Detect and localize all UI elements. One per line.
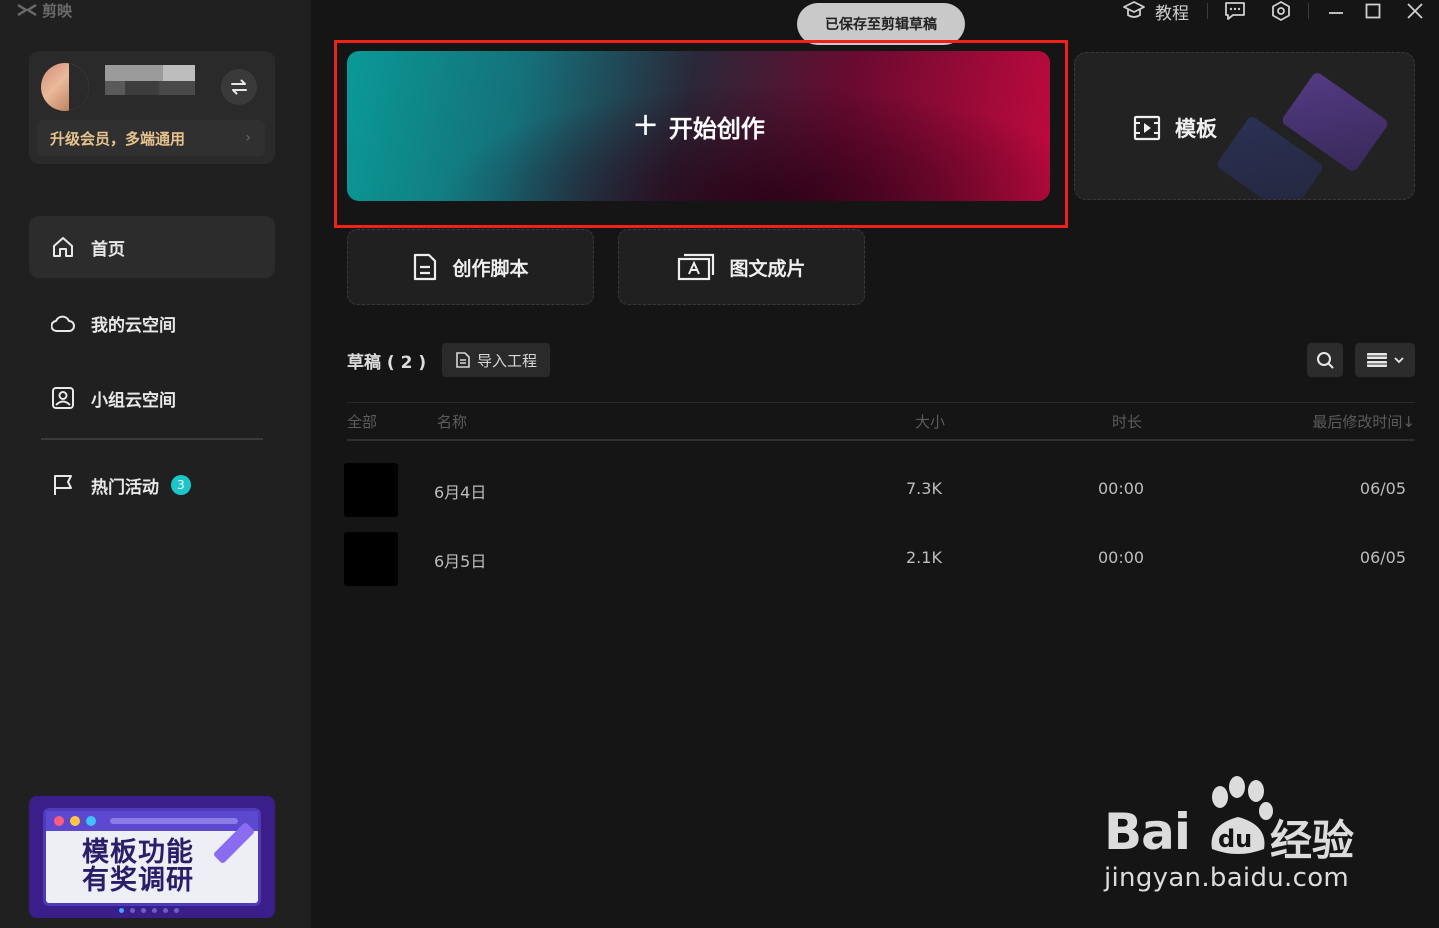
list-view-icon bbox=[1367, 353, 1387, 367]
promo-text-line1: 模板功能 bbox=[82, 837, 194, 868]
feedback-button[interactable] bbox=[1222, 0, 1248, 22]
image-text-video-label: 图文成片 bbox=[729, 257, 806, 280]
sidebar-item-my-cloud[interactable]: 我的云空间 bbox=[29, 292, 275, 354]
close-button[interactable] bbox=[1397, 0, 1433, 22]
draft-duration: 00:00 bbox=[1098, 479, 1145, 498]
avatar[interactable] bbox=[41, 63, 89, 111]
chevron-down-icon bbox=[1394, 357, 1404, 364]
sidebar-item-label: 首页 bbox=[91, 239, 125, 260]
creation-script-button[interactable]: 创作脚本 bbox=[347, 229, 594, 305]
import-document-icon bbox=[456, 352, 470, 368]
app-logo-text: 剪映 bbox=[42, 1, 73, 20]
column-header-duration[interactable]: 时长 bbox=[1112, 411, 1142, 432]
flag-icon bbox=[54, 475, 72, 495]
image-text-icon bbox=[678, 253, 715, 281]
watermark-brand-suffix: 经验 bbox=[1270, 816, 1355, 865]
minimize-icon bbox=[1329, 12, 1343, 14]
drafts-title: 草稿 ( 2 ) bbox=[347, 353, 427, 373]
template-button[interactable]: 模板 bbox=[1074, 52, 1415, 200]
divider bbox=[347, 402, 1415, 403]
draft-size: 2.1K bbox=[906, 548, 942, 567]
sidebar-item-label: 小组云空间 bbox=[91, 390, 176, 411]
search-icon bbox=[1317, 352, 1334, 369]
cloud-icon bbox=[51, 315, 75, 332]
promo-text: 模板功能 有奖调研 bbox=[82, 839, 194, 895]
sidebar-item-label: 我的云空间 bbox=[91, 315, 176, 336]
close-icon bbox=[1407, 3, 1423, 19]
settings-button[interactable] bbox=[1268, 0, 1294, 22]
baidu-jingyan-watermark: Bai du 经验 jingyan.baidu.com bbox=[1104, 775, 1364, 900]
paw-logo-icon: du bbox=[1211, 776, 1273, 854]
column-header-all[interactable]: 全部 bbox=[347, 411, 377, 432]
draft-thumbnail[interactable] bbox=[344, 532, 398, 586]
chevron-right-icon: › bbox=[245, 130, 251, 146]
column-header-size[interactable]: 大小 bbox=[915, 411, 945, 432]
sidebar: 剪映 升级会员，多端通用 › 首页 我的云空间 小组云空间 热门活动 3 模板功… bbox=[0, 0, 311, 928]
sidebar-item-group-cloud[interactable]: 小组云空间 bbox=[29, 367, 275, 429]
saved-toast: 已保存至剪辑草稿 bbox=[797, 3, 965, 45]
import-project-button[interactable]: 导入工程 bbox=[442, 343, 550, 377]
maximize-button[interactable] bbox=[1349, 0, 1397, 22]
gear-icon bbox=[1272, 1, 1290, 21]
carousel-dots[interactable] bbox=[119, 908, 179, 913]
sidebar-item-label: 热门活动 bbox=[91, 477, 159, 498]
draft-size: 7.3K bbox=[906, 479, 942, 498]
sidebar-item-hot-events[interactable]: 热门活动 3 bbox=[29, 454, 275, 516]
import-project-label: 导入工程 bbox=[476, 351, 537, 370]
table-header-divider bbox=[347, 439, 1415, 441]
table-row[interactable]: 6月4日 7.3K 00:00 06/05 bbox=[344, 463, 1415, 517]
sidebar-item-home[interactable]: 首页 bbox=[29, 216, 275, 278]
switch-arrows-icon bbox=[231, 79, 247, 95]
vip-text: 升级会员，多端通用 bbox=[50, 129, 186, 148]
draft-modified: 06/05 bbox=[1359, 548, 1406, 567]
creation-script-label: 创作脚本 bbox=[452, 257, 529, 280]
promo-text-line2: 有奖调研 bbox=[82, 865, 194, 896]
draft-name: 6月5日 bbox=[434, 552, 487, 571]
search-button[interactable] bbox=[1307, 343, 1343, 377]
app-logo: 剪映 bbox=[16, 0, 72, 20]
sidebar-divider bbox=[41, 438, 263, 440]
template-label-group: 模板 bbox=[1133, 113, 1217, 143]
template-label: 模板 bbox=[1175, 117, 1217, 141]
user-name-blurred bbox=[105, 65, 195, 105]
template-icon bbox=[1133, 115, 1161, 141]
notification-badge: 3 bbox=[171, 475, 191, 495]
column-header-name[interactable]: 名称 bbox=[437, 411, 467, 432]
upgrade-vip-button[interactable]: 升级会员，多端通用 › bbox=[37, 120, 265, 156]
promo-banner[interactable]: 模板功能 有奖调研 bbox=[29, 796, 275, 918]
image-text-video-button[interactable]: 图文成片 bbox=[618, 229, 865, 305]
watermark-brand: Bai bbox=[1104, 803, 1191, 861]
watermark-url: jingyan.baidu.com bbox=[1104, 863, 1350, 893]
tutorial-button[interactable]: 教程 bbox=[1123, 0, 1189, 24]
switch-account-button[interactable] bbox=[221, 69, 257, 105]
table-row[interactable]: 6月5日 2.1K 00:00 06/05 bbox=[344, 532, 1415, 586]
view-mode-dropdown[interactable] bbox=[1355, 343, 1415, 377]
graduation-cap-icon bbox=[1123, 1, 1145, 18]
home-icon bbox=[53, 237, 73, 257]
draft-duration: 00:00 bbox=[1098, 548, 1145, 567]
draft-name: 6月4日 bbox=[434, 483, 487, 502]
minimize-button[interactable] bbox=[1323, 0, 1349, 22]
user-card: 升级会员，多端通用 › bbox=[29, 51, 275, 164]
maximize-icon bbox=[1365, 3, 1381, 19]
column-header-modified[interactable]: 最后修改时间↓ bbox=[1312, 411, 1415, 432]
group-space-icon bbox=[52, 387, 74, 409]
document-icon bbox=[414, 253, 437, 281]
highlight-annotation bbox=[334, 40, 1068, 228]
svg-text:du: du bbox=[1218, 825, 1252, 853]
promo-titlebar bbox=[46, 811, 258, 831]
draft-modified: 06/05 bbox=[1359, 479, 1406, 498]
draft-thumbnail[interactable] bbox=[344, 463, 398, 517]
tutorial-label: 教程 bbox=[1155, 3, 1189, 24]
capcut-logo-icon bbox=[17, 3, 37, 17]
window-toolbar: 教程 bbox=[1123, 0, 1439, 24]
chat-icon bbox=[1225, 2, 1245, 20]
